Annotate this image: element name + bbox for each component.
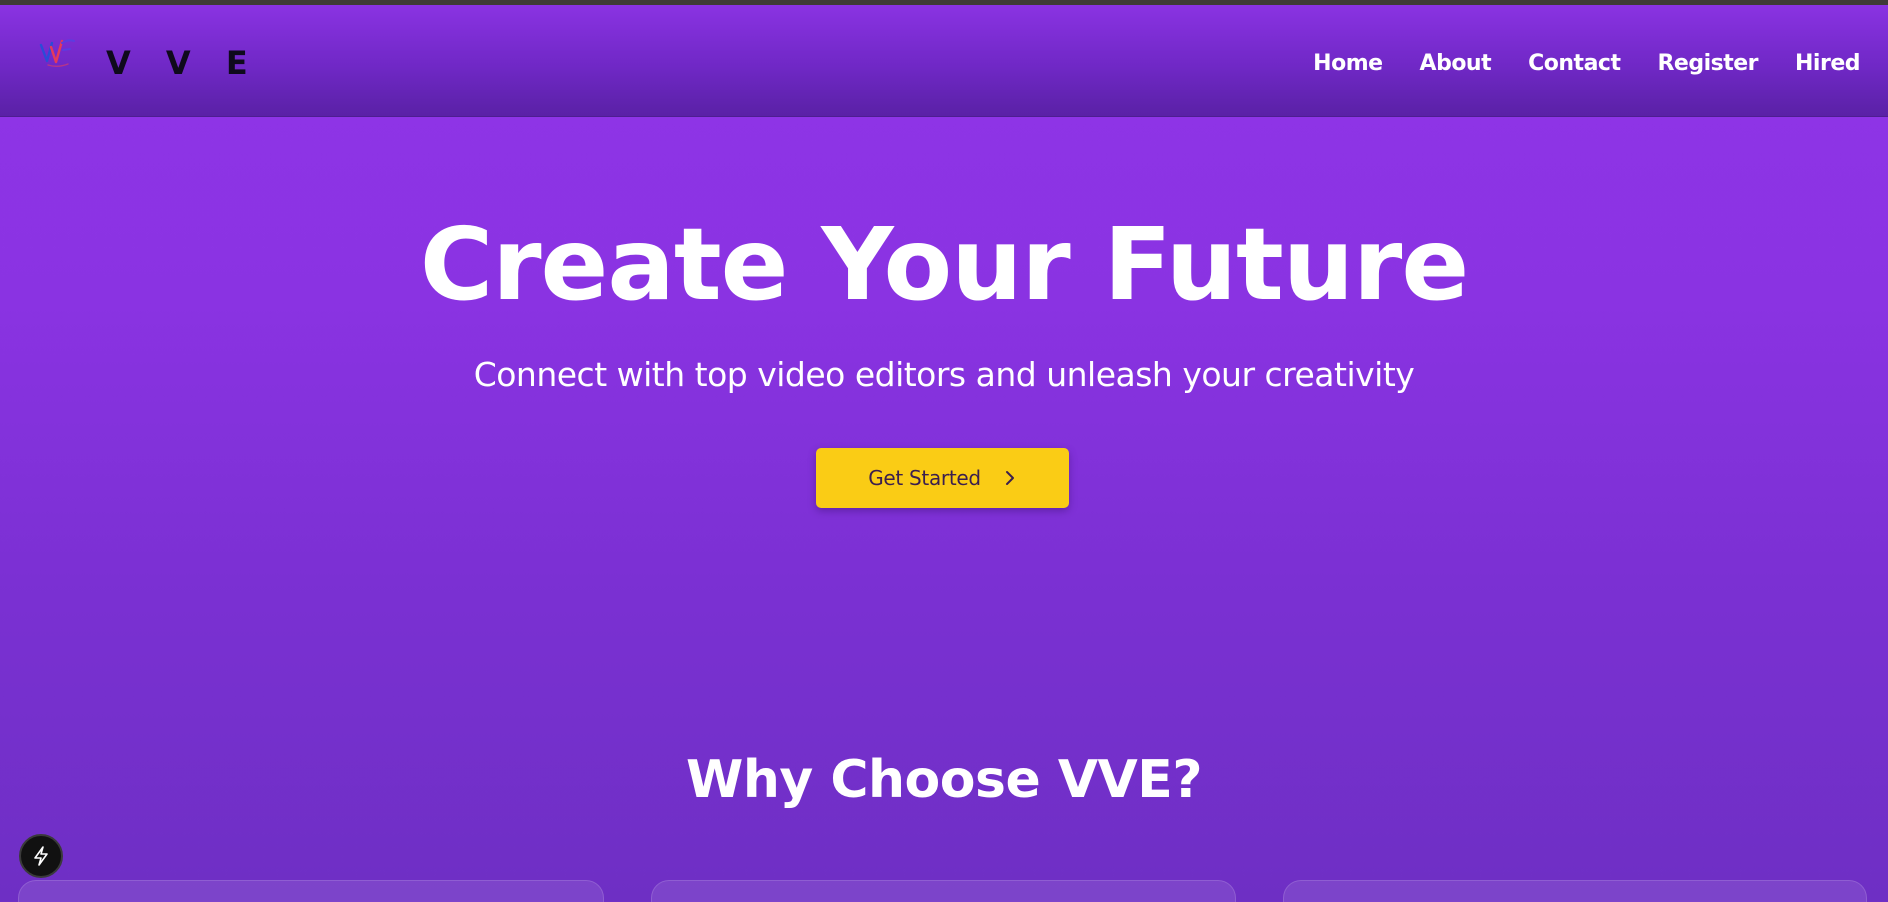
nav-about[interactable]: About — [1420, 53, 1492, 75]
hero-subtitle: Connect with top video editors and unlea… — [473, 355, 1415, 394]
lightning-bolt-icon — [30, 845, 52, 867]
lightning-bolt-button[interactable] — [19, 834, 63, 878]
feature-card — [1283, 880, 1867, 902]
nav-hired[interactable]: Hired — [1795, 53, 1860, 75]
main-nav: Home About Contact Register Hired — [1313, 53, 1860, 75]
chevron-right-icon — [1003, 469, 1017, 487]
feature-card — [18, 880, 604, 902]
nav-contact[interactable]: Contact — [1528, 53, 1621, 75]
nav-register[interactable]: Register — [1657, 53, 1758, 75]
why-choose-title: Why Choose VVE? — [685, 750, 1203, 810]
get-started-button[interactable]: Get Started — [816, 448, 1069, 508]
brand-name[interactable]: V V E — [106, 47, 260, 79]
logo-icon[interactable] — [38, 35, 78, 71]
nav-home[interactable]: Home — [1313, 53, 1383, 75]
get-started-label: Get Started — [868, 466, 981, 490]
hero-title: Create Your Future — [419, 206, 1469, 323]
site-header: V V E Home About Contact Register Hired — [0, 5, 1888, 117]
feature-card — [651, 880, 1236, 902]
